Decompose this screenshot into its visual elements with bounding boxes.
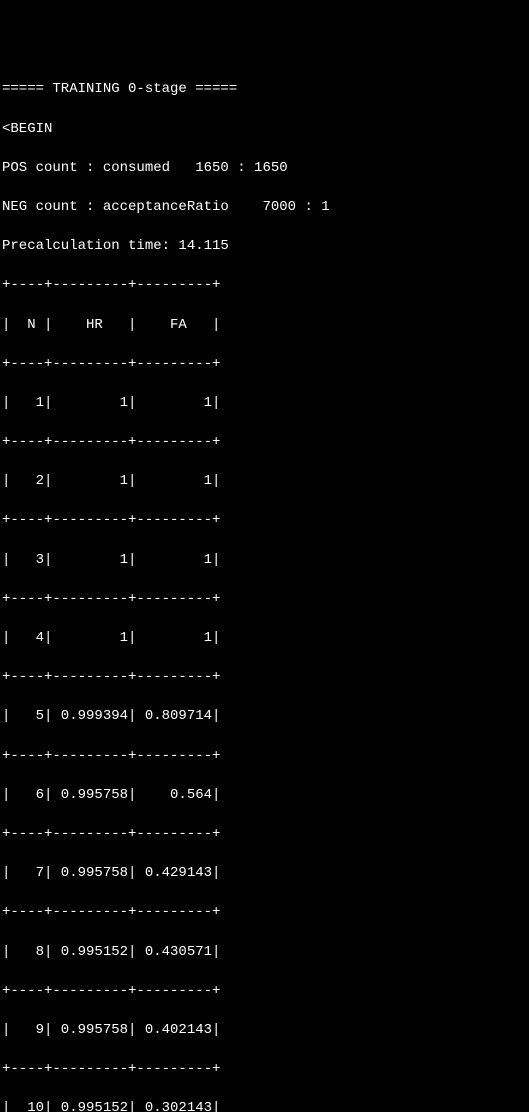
table-border: +----+---------+---------+ xyxy=(2,276,527,296)
table-border: +----+---------+---------+ xyxy=(2,747,527,767)
table-row: | 1| 1| 1| xyxy=(2,394,527,414)
table-row: | 8| 0.995152| 0.430571| xyxy=(2,943,527,963)
table-border: +----+---------+---------+ xyxy=(2,1060,527,1080)
table-row: | 6| 0.995758| 0.564| xyxy=(2,786,527,806)
table-row: | 5| 0.999394| 0.809714| xyxy=(2,707,527,727)
table-border: +----+---------+---------+ xyxy=(2,903,527,923)
table-border: +----+---------+---------+ xyxy=(2,590,527,610)
table-border: +----+---------+---------+ xyxy=(2,355,527,375)
neg-count-line: NEG count : acceptanceRatio 7000 : 1 xyxy=(2,198,527,218)
table-row: | 7| 0.995758| 0.429143| xyxy=(2,864,527,884)
table-row: | 2| 1| 1| xyxy=(2,472,527,492)
table-border: +----+---------+---------+ xyxy=(2,825,527,845)
begin-marker: <BEGIN xyxy=(2,120,527,140)
precalc-time-line: Precalculation time: 14.115 xyxy=(2,237,527,257)
table-row: | 4| 1| 1| xyxy=(2,629,527,649)
table-header-row: | N | HR | FA | xyxy=(2,316,527,336)
table-border: +----+---------+---------+ xyxy=(2,982,527,1002)
table-border: +----+---------+---------+ xyxy=(2,511,527,531)
table-border: +----+---------+---------+ xyxy=(2,433,527,453)
stage-title: ===== TRAINING 0-stage ===== xyxy=(2,80,527,100)
table-border: +----+---------+---------+ xyxy=(2,668,527,688)
table-row: | 9| 0.995758| 0.402143| xyxy=(2,1021,527,1041)
pos-count-line: POS count : consumed 1650 : 1650 xyxy=(2,159,527,179)
table-row: | 10| 0.995152| 0.302143| xyxy=(2,1099,527,1112)
table-row: | 3| 1| 1| xyxy=(2,551,527,571)
